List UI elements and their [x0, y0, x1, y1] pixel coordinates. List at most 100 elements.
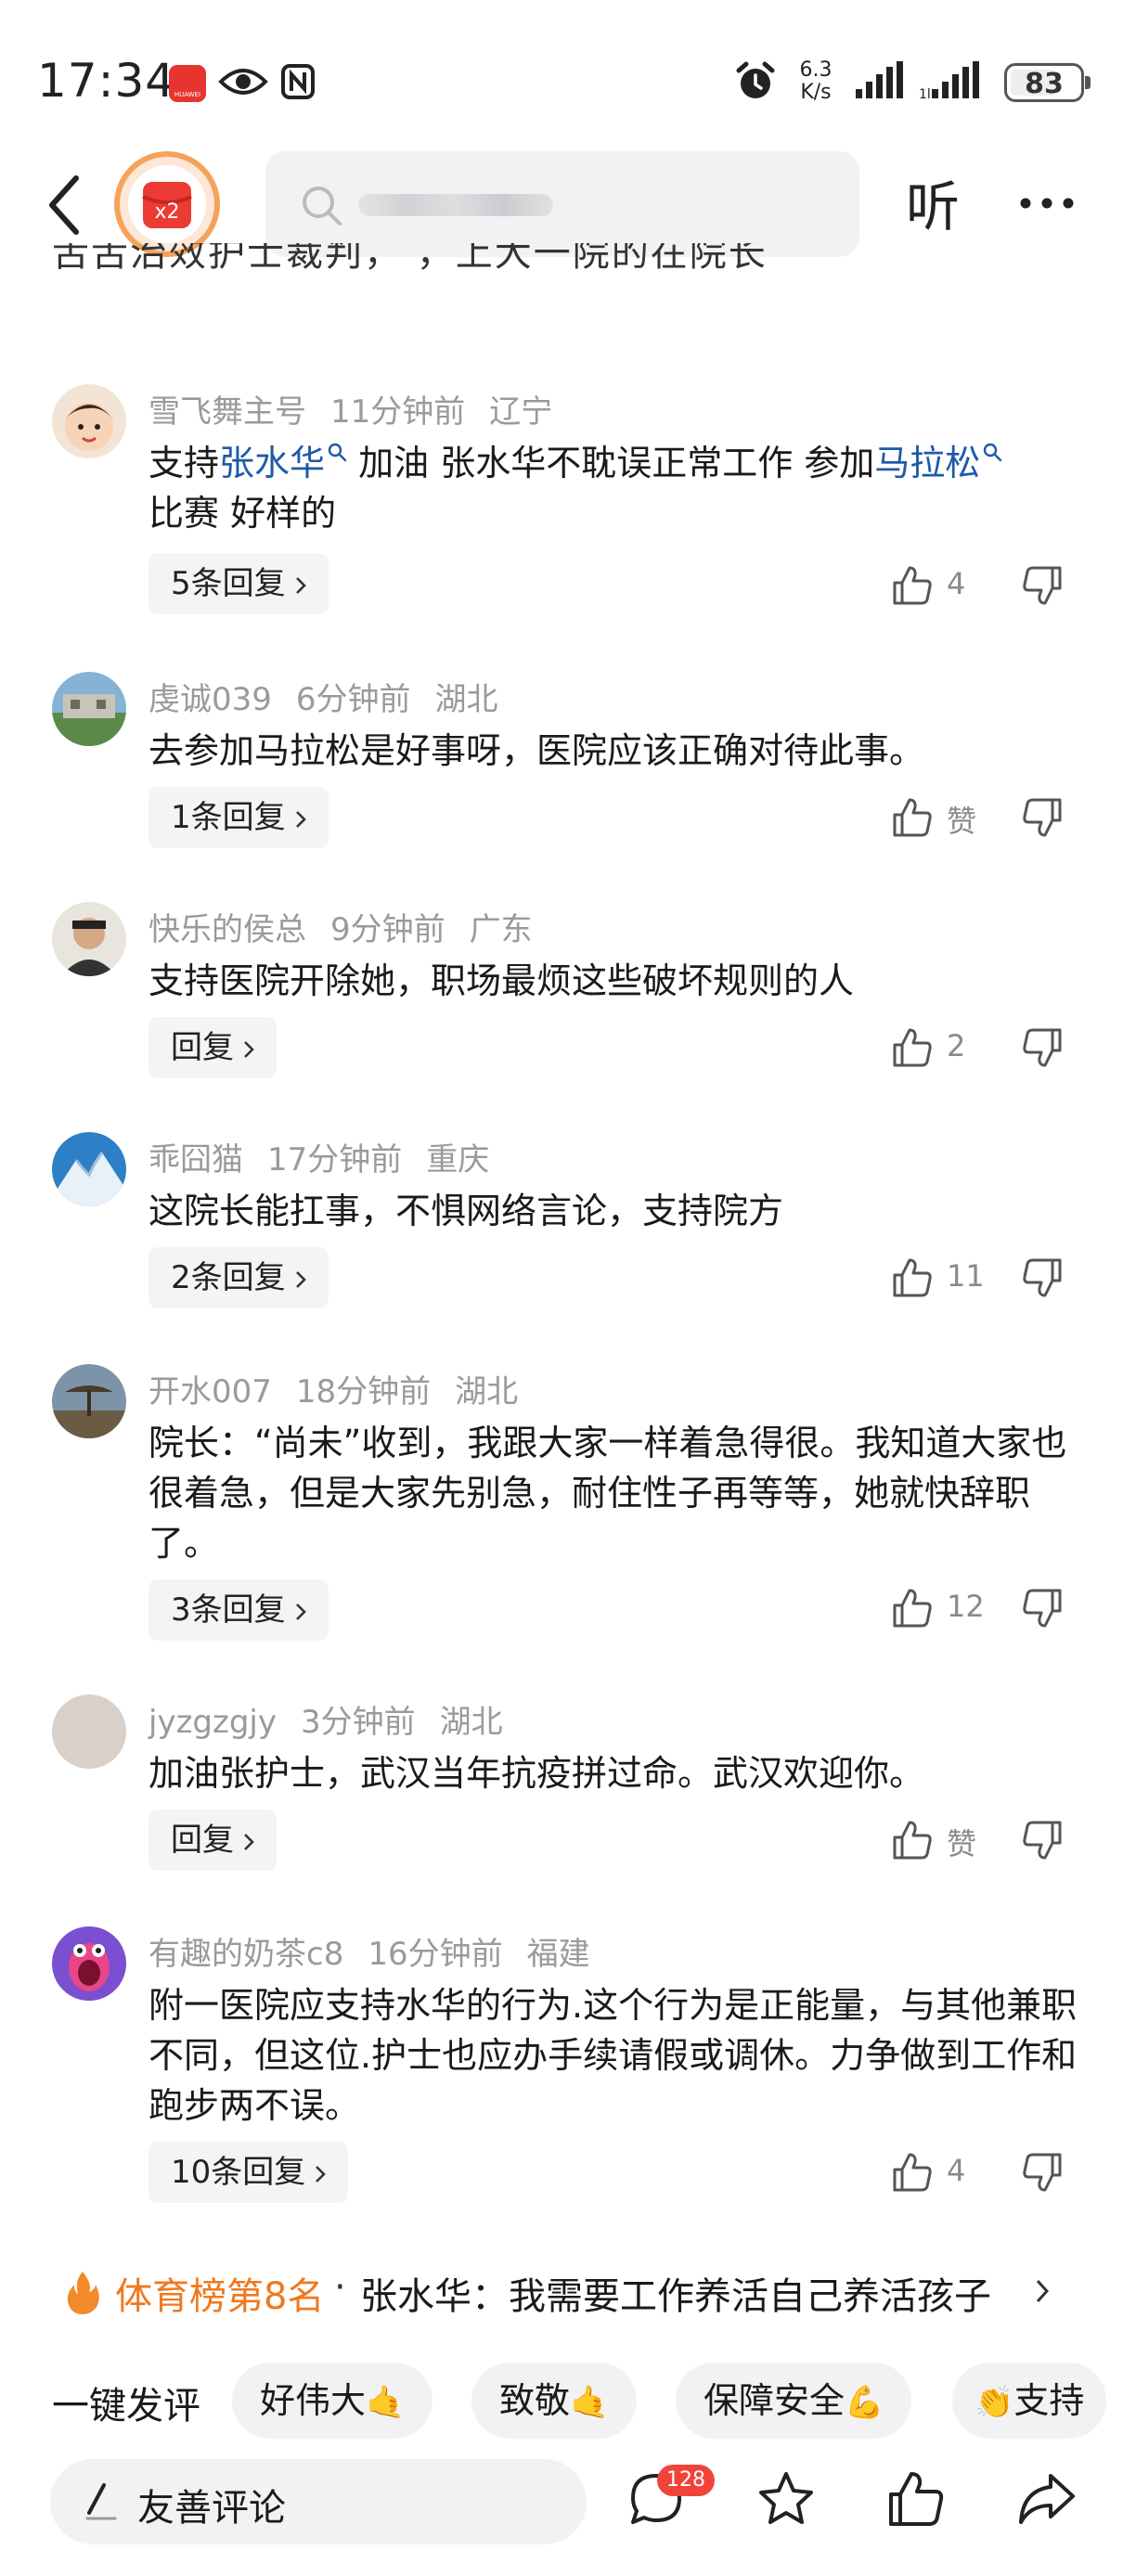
topic-link[interactable]: 马拉松	[874, 443, 980, 483]
avatar[interactable]	[52, 384, 126, 458]
thumbs-down-icon[interactable]	[1021, 1026, 1064, 1069]
reply-button[interactable]: 1条回复	[148, 787, 329, 848]
thumbs-down-icon[interactable]	[1021, 1587, 1064, 1629]
article-cutoff-text: 舌舌治效护士裁判， ，上大一院的在院长	[52, 243, 768, 275]
comment-username[interactable]: 乖囧猫	[148, 1141, 243, 1179]
topic-link[interactable]: 张水华	[219, 443, 325, 483]
comment-username[interactable]: 开水007	[148, 1373, 272, 1410]
net-speed-unit: K/s	[800, 81, 832, 104]
reply-button[interactable]: 3条回复	[148, 1579, 329, 1641]
comment-location: 重庆	[426, 1141, 490, 1179]
thumbs-down-icon[interactable]	[1021, 1819, 1064, 1861]
chevron-right-icon	[244, 1834, 254, 1850]
comment-meta: 开水007 18分钟前 湖北	[148, 1366, 542, 1411]
comment-time: 18分钟前	[295, 1373, 432, 1410]
comment-meta: 快乐的侯总 9分钟前 广东	[148, 904, 557, 949]
like-count: 2	[947, 1028, 966, 1063]
comment-text: 附一医院应支持水华的行为.这个行为是正能量，与其他兼职不同，但这位.护士也应办手…	[148, 1985, 1078, 2126]
reply-button[interactable]: 回复	[148, 1810, 277, 1871]
battery-indicator: 83	[1004, 63, 1091, 102]
listen-button[interactable]: 听	[906, 163, 960, 241]
comment-text: 这院长能扛事，不惧网络言论，支持院方	[148, 1191, 784, 1231]
like-count: 11	[947, 1258, 985, 1294]
avatar[interactable]	[52, 902, 126, 976]
thumbs-down-icon[interactable]	[1021, 564, 1064, 607]
like-count: 12	[947, 1589, 985, 1624]
thumbs-up-icon	[893, 1028, 932, 1067]
comment-text: 支持医院开除她，职场最烦这些破坏规则的人	[148, 960, 855, 1001]
net-speed: 6.3 K/s	[791, 59, 841, 104]
avatar[interactable]	[52, 1694, 126, 1769]
comment-meta: 乖囧猫 17分钟前 重庆	[148, 1134, 513, 1179]
like-button[interactable]: 赞	[891, 1810, 984, 1871]
reply-button[interactable]: 10条回复	[148, 2142, 349, 2203]
nfc-icon	[281, 64, 315, 99]
search-icon	[303, 187, 342, 225]
thumbs-up-icon	[893, 1258, 932, 1297]
search-link-icon[interactable]	[327, 442, 347, 462]
search-link-icon[interactable]	[982, 442, 1002, 462]
huawei-app-icon: HUAWEI	[169, 65, 206, 102]
comment-location: 湖北	[439, 1704, 503, 1741]
hot-title: 张水华：我需要工作养活自己养活孩子	[360, 2275, 991, 2318]
thumbs-up-icon[interactable]	[885, 2468, 947, 2530]
back-icon[interactable]	[45, 173, 82, 238]
like-button[interactable]: 2	[891, 1017, 984, 1078]
chevron-right-icon	[295, 1604, 306, 1620]
thumbs-up-icon	[893, 798, 932, 837]
comment-meta: 有趣的奶茶c8 16分钟前 福建	[148, 1928, 614, 1974]
like-button[interactable]: 11	[891, 1247, 985, 1308]
like-button[interactable]: 4	[891, 2142, 984, 2203]
svg-text:1l: 1l	[919, 87, 931, 100]
reply-button[interactable]: 2条回复	[148, 1247, 329, 1308]
star-icon[interactable]	[755, 2468, 817, 2530]
thumbs-down-icon[interactable]	[1021, 1256, 1064, 1299]
chevron-right-icon	[1036, 2279, 1049, 2303]
quick-comment-chip[interactable]: 致敬🤙	[471, 2363, 638, 2439]
comment-meta: 虔诚039 6分钟前 湖北	[148, 674, 523, 719]
quick-comment-chip[interactable]: 保障安全💪	[676, 2363, 912, 2439]
quick-comment-chip[interactable]: 好伟大🤙	[232, 2363, 433, 2439]
reply-button[interactable]: 回复	[148, 1017, 277, 1078]
thumbs-down-icon[interactable]	[1021, 2151, 1064, 2194]
more-icon[interactable]	[1019, 197, 1075, 210]
comment-time: 9分钟前	[330, 911, 445, 948]
signal-icon	[856, 61, 903, 98]
reply-button[interactable]: 5条回复	[148, 553, 329, 614]
avatar[interactable]	[52, 1132, 126, 1206]
share-icon[interactable]	[1015, 2468, 1077, 2530]
comment-username[interactable]: 快乐的侯总	[148, 911, 306, 948]
search-input[interactable]	[265, 151, 859, 257]
chevron-right-icon	[295, 577, 306, 594]
comment-meta: jyzgzgjy 3分钟前 湖北	[148, 1696, 527, 1742]
like-button[interactable]: 赞	[891, 787, 984, 848]
comment-time: 3分钟前	[301, 1704, 416, 1741]
avatar[interactable]	[52, 1926, 126, 2001]
comment-username[interactable]: 雪飞舞主号	[148, 393, 306, 431]
quick-comment-chip[interactable]: 👏支持	[952, 2363, 1107, 2439]
thumbs-up-icon	[893, 566, 932, 605]
comment-input[interactable]: 友善评论	[50, 2459, 587, 2544]
comment-text: 院长：“尚未”收到，我跟大家一样着急得很。我知道大家也很着急，但是大家先别急，耐…	[148, 1423, 1067, 1564]
status-time: 17:34	[37, 54, 176, 108]
comment-text: 去参加马拉松是好事呀，医院应该正确对待此事。	[148, 730, 925, 771]
avatar[interactable]	[52, 1364, 126, 1438]
comment-username[interactable]: 有趣的奶茶c8	[148, 1936, 343, 1973]
comment-location: 辽宁	[489, 393, 553, 431]
emoji-icon: 🤙	[570, 2384, 610, 2421]
reward-label: x2	[154, 200, 179, 224]
avatar[interactable]	[52, 672, 126, 746]
thumbs-down-icon[interactable]	[1021, 796, 1064, 839]
like-button[interactable]: 12	[891, 1578, 985, 1639]
comment-username[interactable]: 虔诚039	[148, 681, 272, 718]
reward-icon[interactable]: x2	[113, 150, 221, 258]
hot-list-banner[interactable]: 体育榜第8名 · 张水华：我需要工作养活自己养活孩子	[0, 2238, 1136, 2346]
quick-comment-row: 一键发评 好伟大🤙 致敬🤙 保障安全💪 👏支持	[0, 2350, 1136, 2452]
comment-time: 6分钟前	[295, 681, 411, 718]
comment-location: 广东	[469, 911, 533, 948]
comment-location: 福建	[526, 1936, 590, 1973]
chevron-right-icon	[295, 811, 306, 828]
comment-username[interactable]: jyzgzgjy	[148, 1704, 277, 1741]
like-button[interactable]: 4	[891, 555, 984, 616]
hot-separator: ·	[334, 2266, 346, 2309]
